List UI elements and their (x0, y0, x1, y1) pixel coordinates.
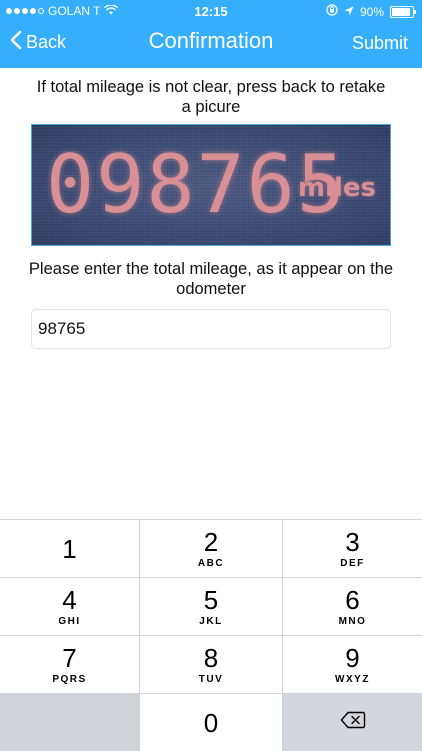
key-number: 9 (345, 643, 360, 673)
key-number: 2 (203, 527, 219, 557)
key-letters: JKL (199, 616, 223, 627)
key-letters: PQRS (52, 674, 87, 685)
key-7[interactable]: 7 PQRS (0, 636, 139, 693)
odometer-unit: miles (297, 173, 376, 203)
key-3[interactable]: 3 DEF (283, 520, 422, 577)
key-letters: WXYZ (335, 674, 370, 685)
key-4[interactable]: 4 GHI (0, 578, 139, 635)
delete-button[interactable] (283, 694, 422, 751)
key-empty (0, 694, 139, 751)
rotation-lock-icon (326, 4, 338, 19)
key-number: 8 (203, 643, 219, 673)
key-number: 1 (62, 533, 77, 564)
battery-icon (390, 5, 416, 18)
mileage-input[interactable] (31, 309, 391, 349)
key-number: 0 (203, 707, 219, 738)
key-number: 3 (345, 527, 360, 557)
key-letters: TUV (198, 674, 224, 685)
numeric-keypad: 1 2 ABC 3 DEF 4 GHI 5 JKL 6 MNO 7 PQRS 8… (0, 519, 422, 751)
key-0[interactable]: 0 (140, 694, 282, 751)
key-number: 7 (62, 643, 77, 673)
key-letters: MNO (338, 616, 367, 627)
key-5[interactable]: 5 JKL (140, 578, 282, 635)
key-number: 4 (62, 585, 77, 615)
battery-percent: 90% (359, 4, 384, 19)
header: GOLAN T 12:15 90% Back Confirmation Subm… (0, 0, 422, 68)
navigation-bar: Back Confirmation Submit (0, 22, 422, 68)
key-1[interactable]: 1 (0, 520, 139, 577)
odometer-photo: 098765 miles (31, 124, 391, 246)
mileage-prompt: Please enter the total mileage, as it ap… (28, 260, 394, 298)
key-number: 5 (203, 585, 219, 615)
key-8[interactable]: 8 TUV (140, 636, 282, 693)
key-2[interactable]: 2 ABC (140, 520, 282, 577)
backspace-icon (340, 711, 366, 734)
location-icon (344, 5, 354, 19)
key-letters: ABC (197, 558, 225, 569)
key-number: 6 (345, 585, 360, 615)
status-bar: GOLAN T 12:15 90% (0, 0, 422, 22)
key-letters: GHI (58, 616, 81, 627)
key-9[interactable]: 9 WXYZ (283, 636, 422, 693)
status-right: 90% (326, 4, 416, 19)
submit-button[interactable]: Submit (352, 33, 408, 54)
key-letters: DEF (340, 558, 365, 569)
retake-instruction: If total mileage is not clear, press bac… (36, 78, 386, 116)
key-6[interactable]: 6 MNO (283, 578, 422, 635)
